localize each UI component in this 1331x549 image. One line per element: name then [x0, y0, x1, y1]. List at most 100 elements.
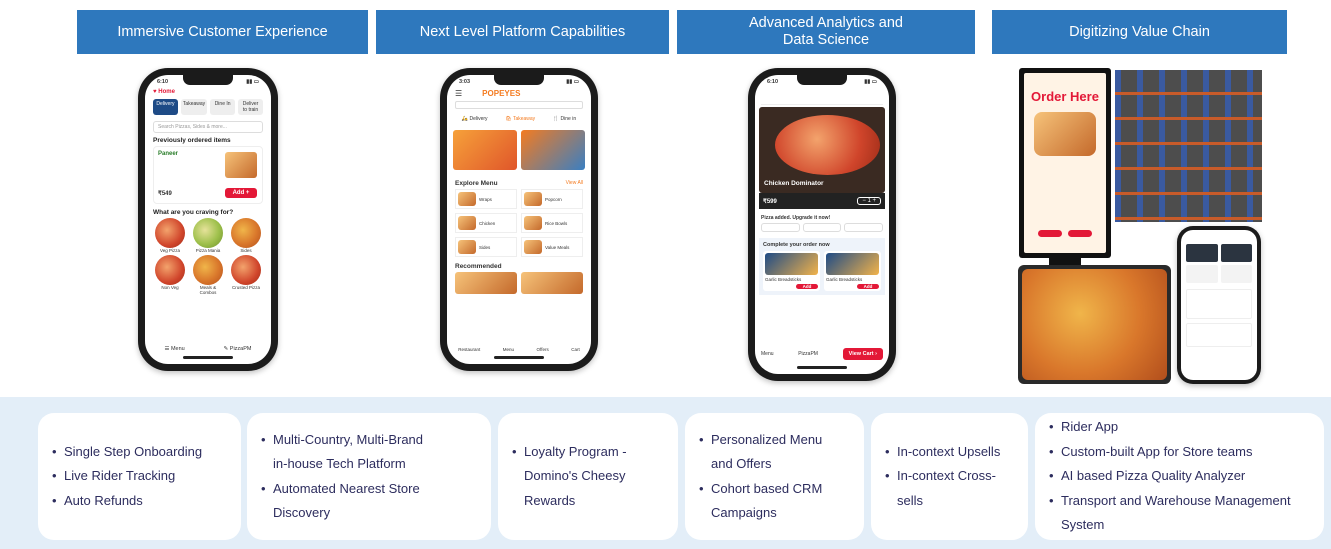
feature-item: Multi-Country, Multi-Brand [261, 428, 423, 453]
product-name: Chicken Dominator [764, 180, 824, 187]
nav-menu[interactable]: ☰ Menu [164, 346, 184, 352]
promo-banner-1[interactable] [453, 130, 517, 170]
nav-menu[interactable]: Menu [761, 351, 774, 357]
recommended-item[interactable] [455, 272, 517, 294]
nav-offers[interactable]: Offers [537, 347, 549, 352]
bottom-nav: ☰ Menu ✎ PizzaPM [145, 346, 271, 352]
product-price: ₹599 [763, 198, 777, 205]
crust-option[interactable] [844, 223, 884, 232]
category-meals-combos[interactable]: Meals & Combos [191, 255, 225, 295]
category-pizza-mania[interactable]: Pizza Mania [191, 218, 225, 253]
order-mode-tabs: Delivery Takeaway Dine In Deliver to tra… [145, 95, 271, 119]
recommended-row [447, 272, 591, 294]
feature-item: Personalized Menu [699, 428, 822, 453]
feature-item: Cohort based CRM [699, 477, 822, 502]
kiosk-image: Order Here [1019, 68, 1111, 258]
phone-screen: 6:10 ▮▮ ▭ Chicken Dominator ₹599 − 1 + Pi… [755, 75, 889, 374]
category-grid: Veg Pizza Pizza Mania Sides Non Veg Meal… [145, 218, 271, 295]
category-crusted-pizza[interactable]: Crusted Pizza [229, 255, 263, 295]
kiosk-buttons [1024, 230, 1106, 237]
view-all-link[interactable]: View All [566, 180, 583, 187]
tab-dine-in[interactable]: Dine In [210, 99, 236, 115]
tab-delivery[interactable]: Delivery [153, 99, 178, 115]
view-cart-button[interactable]: View Cart › [842, 348, 883, 360]
tab-deliver-train[interactable]: Deliver to train [238, 99, 263, 115]
item-price: ₹549 [158, 191, 172, 197]
nav-pizzapm[interactable]: ✎ PizzaPM [224, 346, 252, 352]
nav-restaurant[interactable]: Restaurant [458, 347, 480, 352]
mode-dine-in[interactable]: 🍴 Dine in [553, 116, 576, 122]
header-text-line-1: Advanced Analytics and [749, 15, 903, 31]
kiosk-screen: Order Here [1024, 73, 1106, 253]
nav-pizzapm[interactable]: PizzaPM [798, 351, 818, 357]
price-bar: ₹599 − 1 + [759, 193, 885, 209]
category-non-veg[interactable]: Non Veg [153, 255, 187, 295]
mode-takeaway[interactable]: 🛍 Takeaway [505, 116, 535, 122]
phone-notch [183, 75, 233, 85]
mode-delivery[interactable]: 🛵 Delivery [462, 116, 488, 122]
menu-item[interactable]: Value Meals [521, 237, 583, 257]
feature-item: In-context Upsells [885, 440, 1000, 465]
section-title-recommended: Recommended [455, 263, 502, 270]
phone-dominos-home: 6:10 ▮▮ ▭ ♥ Home Delivery Takeaway Dine I… [138, 68, 278, 371]
feature-item: Automated Nearest Store [261, 477, 423, 502]
hamburger-icon[interactable]: ☰ [455, 89, 462, 98]
battery-icon: ▮▮ ▭ [566, 79, 579, 85]
battery-icon: ▮▮ ▭ [864, 79, 877, 85]
pizza-image [775, 115, 880, 175]
feature-item-continued: in-house Tech Platform [273, 456, 406, 471]
add-button[interactable]: Add + [225, 188, 257, 198]
card-platform: Multi-Country, Multi-Brand in-house Tech… [247, 413, 491, 540]
kiosk-button [1068, 230, 1092, 237]
promo-banners [447, 126, 591, 174]
mode-selector: 🛵 Delivery 🛍 Takeaway 🍴 Dine in [447, 112, 591, 126]
feature-item: Transport and Warehouse Management [1049, 489, 1291, 514]
nav-cart[interactable]: Cart [571, 347, 580, 352]
recommended-item[interactable] [521, 272, 583, 294]
feature-list: Single Step Onboarding Live Rider Tracki… [52, 440, 202, 514]
search-input[interactable]: Search Pizzas, Sides & more... [153, 121, 263, 133]
nav-menu[interactable]: Menu [503, 347, 514, 352]
status-time: 3:03 [459, 79, 471, 85]
menu-item[interactable]: Sides [455, 237, 517, 257]
previous-item-card[interactable]: Paneer ₹549 Add + [153, 146, 263, 204]
phone-rider-app [1177, 226, 1261, 384]
kiosk-food-image [1034, 112, 1096, 156]
category-sides[interactable]: Sides [229, 218, 263, 253]
feature-item: Auto Refunds [52, 489, 202, 514]
menu-item[interactable]: Rice Bowls [521, 213, 583, 233]
brand-logo: POPEYES [482, 89, 521, 98]
menu-item[interactable]: Chicken [455, 213, 517, 233]
warehouse-photo [1115, 70, 1262, 222]
menu-item[interactable]: Popcorn [521, 189, 583, 209]
menu-grid: Wraps Popcorn Chicken Rice Bowls Sides V… [447, 189, 591, 257]
crust-option[interactable] [761, 223, 800, 232]
explore-header: Explore Menu View All [447, 174, 591, 189]
address-bar[interactable] [455, 101, 583, 109]
quantity-stepper[interactable]: − 1 + [857, 197, 881, 205]
crust-option[interactable] [802, 223, 842, 232]
search-placeholder: Search Pizzas, Sides & more... [158, 124, 227, 130]
rider-stats [1186, 244, 1252, 283]
upsell-item[interactable]: Garlic Breadsticks Add [763, 251, 820, 291]
location-label: Home [158, 89, 175, 95]
battery-icon: ▮▮ ▭ [246, 79, 259, 85]
pizza-quality-analyzer-image [1018, 265, 1171, 384]
feature-item: Rider App [1049, 415, 1291, 440]
feature-item: AI based Pizza Quality Analyzer [1049, 464, 1291, 489]
header-text: Digitizing Value Chain [1069, 23, 1210, 40]
upsell-item[interactable]: Garlic Breadsticks Add [824, 251, 881, 291]
section-title-explore: Explore Menu [455, 180, 498, 187]
status-time: 6:10 [767, 79, 779, 85]
feature-item-continued: System [1061, 517, 1105, 533]
home-indicator [183, 356, 233, 359]
promo-banner-2[interactable] [521, 130, 585, 170]
tab-takeaway[interactable]: Takeaway [180, 99, 208, 115]
feature-item-continued: Rewards [524, 492, 576, 508]
filter-chips[interactable] [761, 91, 883, 105]
bottom-bar: Menu PizzaPM View Cart › [755, 348, 889, 360]
phone-notch [797, 75, 847, 85]
phone-screen: 3:03 ▮▮ ▭ ☰ POPEYES 🛵 Delivery 🛍 Takeaway… [447, 75, 591, 364]
category-veg-pizza[interactable]: Veg Pizza [153, 218, 187, 253]
menu-item[interactable]: Wraps [455, 189, 517, 209]
